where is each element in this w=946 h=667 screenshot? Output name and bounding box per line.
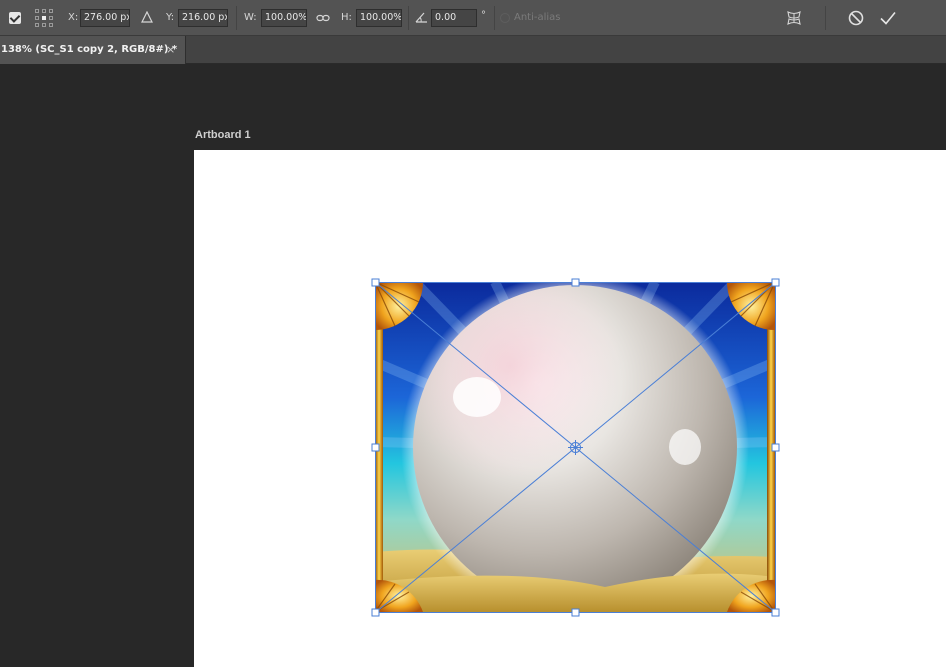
rotate-angle-field[interactable]: 0.00 [431,9,477,27]
show-reference-point-checkbox[interactable] [9,12,21,24]
document-tab[interactable]: 138% (SC_S1 copy 2, RGB/8#) * × [0,36,186,64]
width-field[interactable]: 100.00% [261,9,307,27]
anti-alias-checkbox[interactable] [500,13,510,23]
w-label: W: [244,12,257,23]
reference-point-icon[interactable] [35,9,53,27]
document-tab-title: 138% (SC_S1 copy 2, RGB/8#) * [1,44,178,55]
anti-alias-label: Anti-alias [514,12,561,23]
artboard-title[interactable]: Artboard 1 [195,129,251,141]
photoshop-window: X: 276.00 px Y: 216.00 px W: 100.00% H: … [0,0,946,667]
handle-top-left[interactable] [371,278,380,287]
divider [408,6,409,30]
handle-bottom-left[interactable] [371,608,380,617]
handle-bottom[interactable] [571,608,580,617]
handle-left[interactable] [371,443,380,452]
h-label: H: [341,12,352,23]
warp-icon[interactable] [784,8,804,28]
handle-right[interactable] [771,443,780,452]
divider [825,6,826,30]
delta-icon[interactable] [140,10,154,24]
close-tab-icon[interactable]: × [166,36,175,64]
canvas-area[interactable]: Artboard 1 [0,65,946,667]
document-tab-bar: 138% (SC_S1 copy 2, RGB/8#) * × [0,36,946,64]
handle-top-right[interactable] [771,278,780,287]
handle-bottom-right[interactable] [771,608,780,617]
x-label: X: [68,12,79,23]
check-icon[interactable] [878,8,898,28]
divider [494,6,495,30]
divider [236,6,237,30]
options-bar: X: 276.00 px Y: 216.00 px W: 100.00% H: … [0,0,946,36]
handle-top[interactable] [571,278,580,287]
degree-symbol: ° [481,10,486,21]
y-field[interactable]: 216.00 px [178,9,228,27]
cancel-icon[interactable] [846,8,866,28]
x-field[interactable]: 276.00 px [80,9,130,27]
height-field[interactable]: 100.00% [356,9,402,27]
link-icon[interactable] [315,11,331,25]
angle-icon [414,10,428,24]
y-label: Y: [166,12,175,23]
